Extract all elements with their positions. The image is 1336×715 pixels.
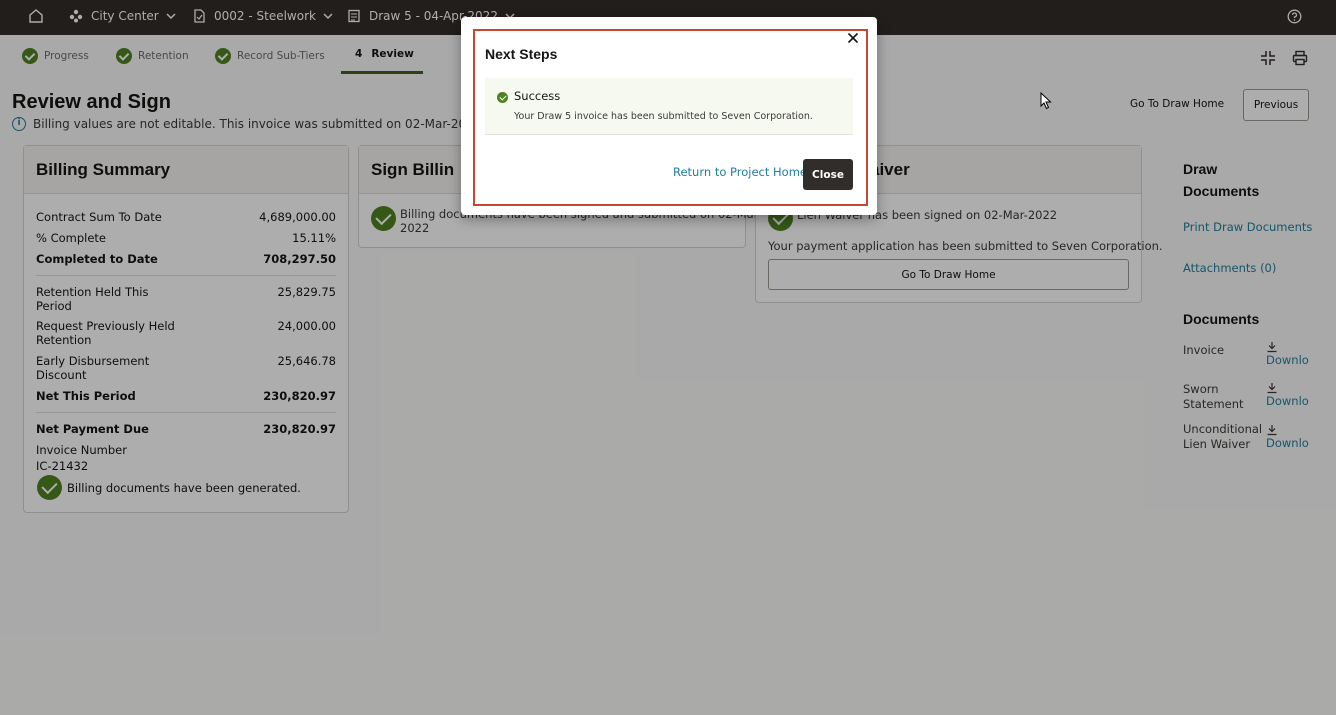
close-icon[interactable] [846, 31, 860, 45]
success-detail: Your Draw 5 invoice has been submitted t… [514, 111, 813, 122]
success-icon [497, 92, 508, 103]
dialog-title: Next Steps [485, 46, 558, 62]
close-button[interactable]: Close [803, 159, 853, 190]
success-title: Success [514, 89, 561, 103]
return-to-project-home-link[interactable]: Return to Project Home [673, 165, 807, 179]
mouse-cursor-icon [1040, 92, 1052, 110]
success-message: Success Your Draw 5 invoice has been sub… [485, 78, 853, 135]
next-steps-dialog: Next Steps Success Your Draw 5 invoice h… [461, 17, 877, 215]
